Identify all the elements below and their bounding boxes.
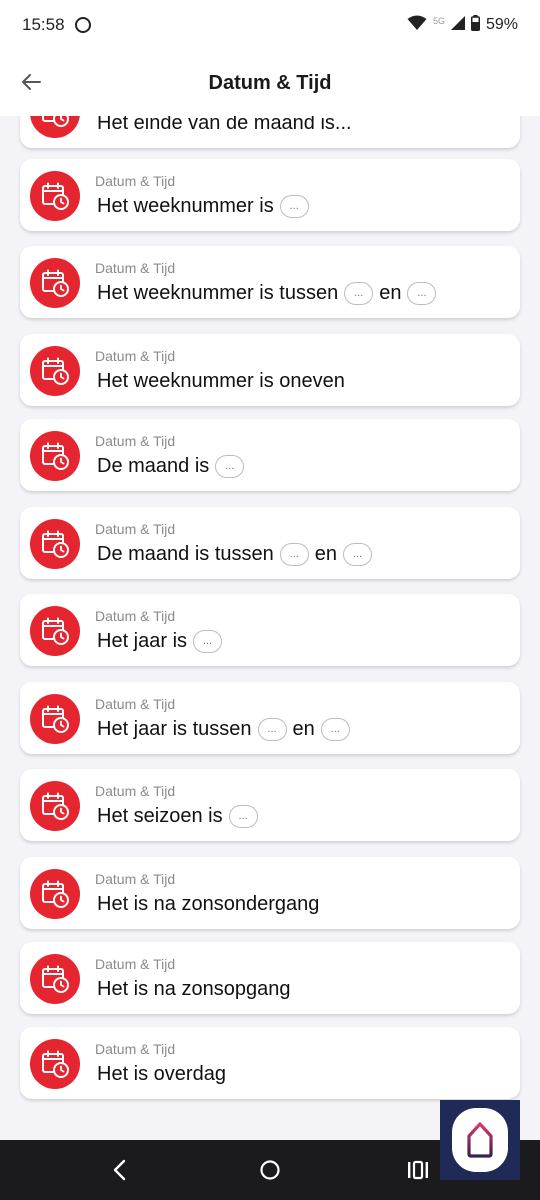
card-text-segment: Het weeknummer is oneven xyxy=(97,370,345,392)
card-category: Datum & Tijd xyxy=(95,260,176,276)
card-text-segment: Het weeknummer is tussen xyxy=(97,282,339,304)
calendar-clock-icon xyxy=(30,1039,80,1089)
condition-card[interactable]: Datum & Tijd De maand is tussen... en... xyxy=(20,507,520,579)
condition-list[interactable]: Het einde van de maand is... Datum & Tij… xyxy=(0,116,540,1140)
card-text-segment: Het jaar is xyxy=(97,630,188,652)
wifi-icon xyxy=(407,15,427,36)
nav-back-button[interactable] xyxy=(108,1158,132,1182)
card-category: Datum & Tijd xyxy=(95,348,176,364)
calendar-clock-icon xyxy=(30,116,80,138)
app-bar: Datum & Tijd xyxy=(0,50,540,116)
card-text: Het jaar is tussen... en... xyxy=(95,718,354,741)
house-icon xyxy=(467,1122,493,1158)
card-text-segment: De maand is xyxy=(97,455,210,477)
card-text: De maand is tussen... en... xyxy=(95,543,376,566)
card-text: Het seizoen is... xyxy=(95,805,262,828)
condition-card[interactable]: Het einde van de maand is... xyxy=(20,116,520,148)
condition-card[interactable]: Datum & Tijd Het is na zonsondergang xyxy=(20,857,520,929)
card-category: Datum & Tijd xyxy=(95,173,176,189)
calendar-clock-icon xyxy=(30,171,80,221)
card-text-segment: De maand is tussen xyxy=(97,543,274,565)
condition-card[interactable]: Datum & Tijd Het jaar is... xyxy=(20,594,520,666)
value-placeholder-pill[interactable]: ... xyxy=(215,455,245,478)
circle-home-icon xyxy=(260,1160,280,1180)
card-text-segment: Het weeknummer is xyxy=(97,195,274,217)
card-text: Het is na zonsondergang xyxy=(95,893,321,916)
status-time: 15:58 xyxy=(22,15,65,34)
card-text-segment: en xyxy=(379,282,402,304)
condition-card[interactable]: Datum & Tijd Het weeknummer is tussen...… xyxy=(20,246,520,318)
condition-card[interactable]: Datum & Tijd Het seizoen is... xyxy=(20,769,520,841)
network-type: 5G xyxy=(432,16,445,26)
calendar-clock-icon xyxy=(30,954,80,1004)
card-text: Het is overdag xyxy=(95,1063,228,1086)
status-right: 5G 59% xyxy=(407,14,518,36)
calendar-clock-icon xyxy=(30,606,80,656)
value-placeholder-pill[interactable]: ... xyxy=(343,543,373,566)
card-text: Het einde van de maand is... xyxy=(95,116,354,135)
card-text-segment: Het seizoen is xyxy=(97,805,223,827)
card-text: Het jaar is... xyxy=(95,630,226,653)
card-text: Het weeknummer is oneven xyxy=(95,370,347,393)
nav-home-button[interactable] xyxy=(258,1158,282,1182)
signal-icon xyxy=(450,15,465,35)
battery-percentage: 59% xyxy=(485,16,518,33)
page-title: Datum & Tijd xyxy=(208,71,332,94)
status-bar: 15:58 5G 59% xyxy=(0,0,540,50)
arrow-left-icon xyxy=(22,74,41,90)
card-text-segment: en xyxy=(314,543,338,565)
back-button[interactable] xyxy=(18,69,44,95)
calendar-clock-icon xyxy=(30,258,80,308)
floating-home-app-button[interactable] xyxy=(452,1108,508,1172)
card-text-segment: Het is overdag xyxy=(97,1063,226,1085)
condition-card[interactable]: Datum & Tijd Het is overdag xyxy=(20,1027,520,1099)
value-placeholder-pill[interactable]: ... xyxy=(344,282,374,305)
card-text-segment: Het is na zonsondergang xyxy=(97,893,320,915)
value-placeholder-pill[interactable]: ... xyxy=(279,195,309,218)
do-not-disturb-icon xyxy=(74,17,91,33)
card-category: Datum & Tijd xyxy=(95,696,176,712)
condition-card[interactable]: Datum & Tijd Het weeknummer is oneven xyxy=(20,334,520,406)
condition-card[interactable]: Datum & Tijd Het is na zonsopgang xyxy=(20,942,520,1014)
card-category: Datum & Tijd xyxy=(95,521,176,537)
value-placeholder-pill[interactable]: ... xyxy=(193,630,223,653)
calendar-clock-icon xyxy=(30,869,80,919)
calendar-clock-icon xyxy=(30,346,80,396)
card-category: Datum & Tijd xyxy=(95,608,176,624)
card-text: Het weeknummer is... xyxy=(95,195,313,218)
condition-card[interactable]: Datum & Tijd De maand is... xyxy=(20,419,520,491)
card-text-segment: Het jaar is tussen xyxy=(97,718,252,740)
recents-icon xyxy=(408,1160,428,1180)
card-category: Datum & Tijd xyxy=(95,871,176,887)
card-text: Het is na zonsopgang xyxy=(95,978,292,1001)
calendar-clock-icon xyxy=(30,694,80,744)
card-category: Datum & Tijd xyxy=(95,1041,176,1057)
calendar-clock-icon xyxy=(30,519,80,569)
value-placeholder-pill[interactable]: ... xyxy=(407,282,437,305)
chevron-left-icon xyxy=(113,1159,126,1181)
card-category: Datum & Tijd xyxy=(95,783,176,799)
condition-card[interactable]: Datum & Tijd Het jaar is tussen... en... xyxy=(20,682,520,754)
battery-icon xyxy=(470,14,480,36)
value-placeholder-pill[interactable]: ... xyxy=(257,718,287,741)
card-text-segment: Het einde van de maand is... xyxy=(97,116,352,134)
card-text: De maand is... xyxy=(95,455,248,478)
condition-card[interactable]: Datum & Tijd Het weeknummer is... xyxy=(20,159,520,231)
card-text-segment: en xyxy=(292,718,315,740)
card-category: Datum & Tijd xyxy=(95,956,176,972)
floating-app-button-container xyxy=(440,1100,520,1180)
card-text-segment: Het is na zonsopgang xyxy=(97,978,291,1000)
value-placeholder-pill[interactable]: ... xyxy=(228,805,258,828)
card-text: Het weeknummer is tussen... en... xyxy=(95,282,440,305)
value-placeholder-pill[interactable]: ... xyxy=(320,718,350,741)
nav-recents-button[interactable] xyxy=(406,1158,430,1182)
value-placeholder-pill[interactable]: ... xyxy=(279,543,309,566)
calendar-clock-icon xyxy=(30,781,80,831)
calendar-clock-icon xyxy=(30,431,80,481)
card-category: Datum & Tijd xyxy=(95,433,176,449)
